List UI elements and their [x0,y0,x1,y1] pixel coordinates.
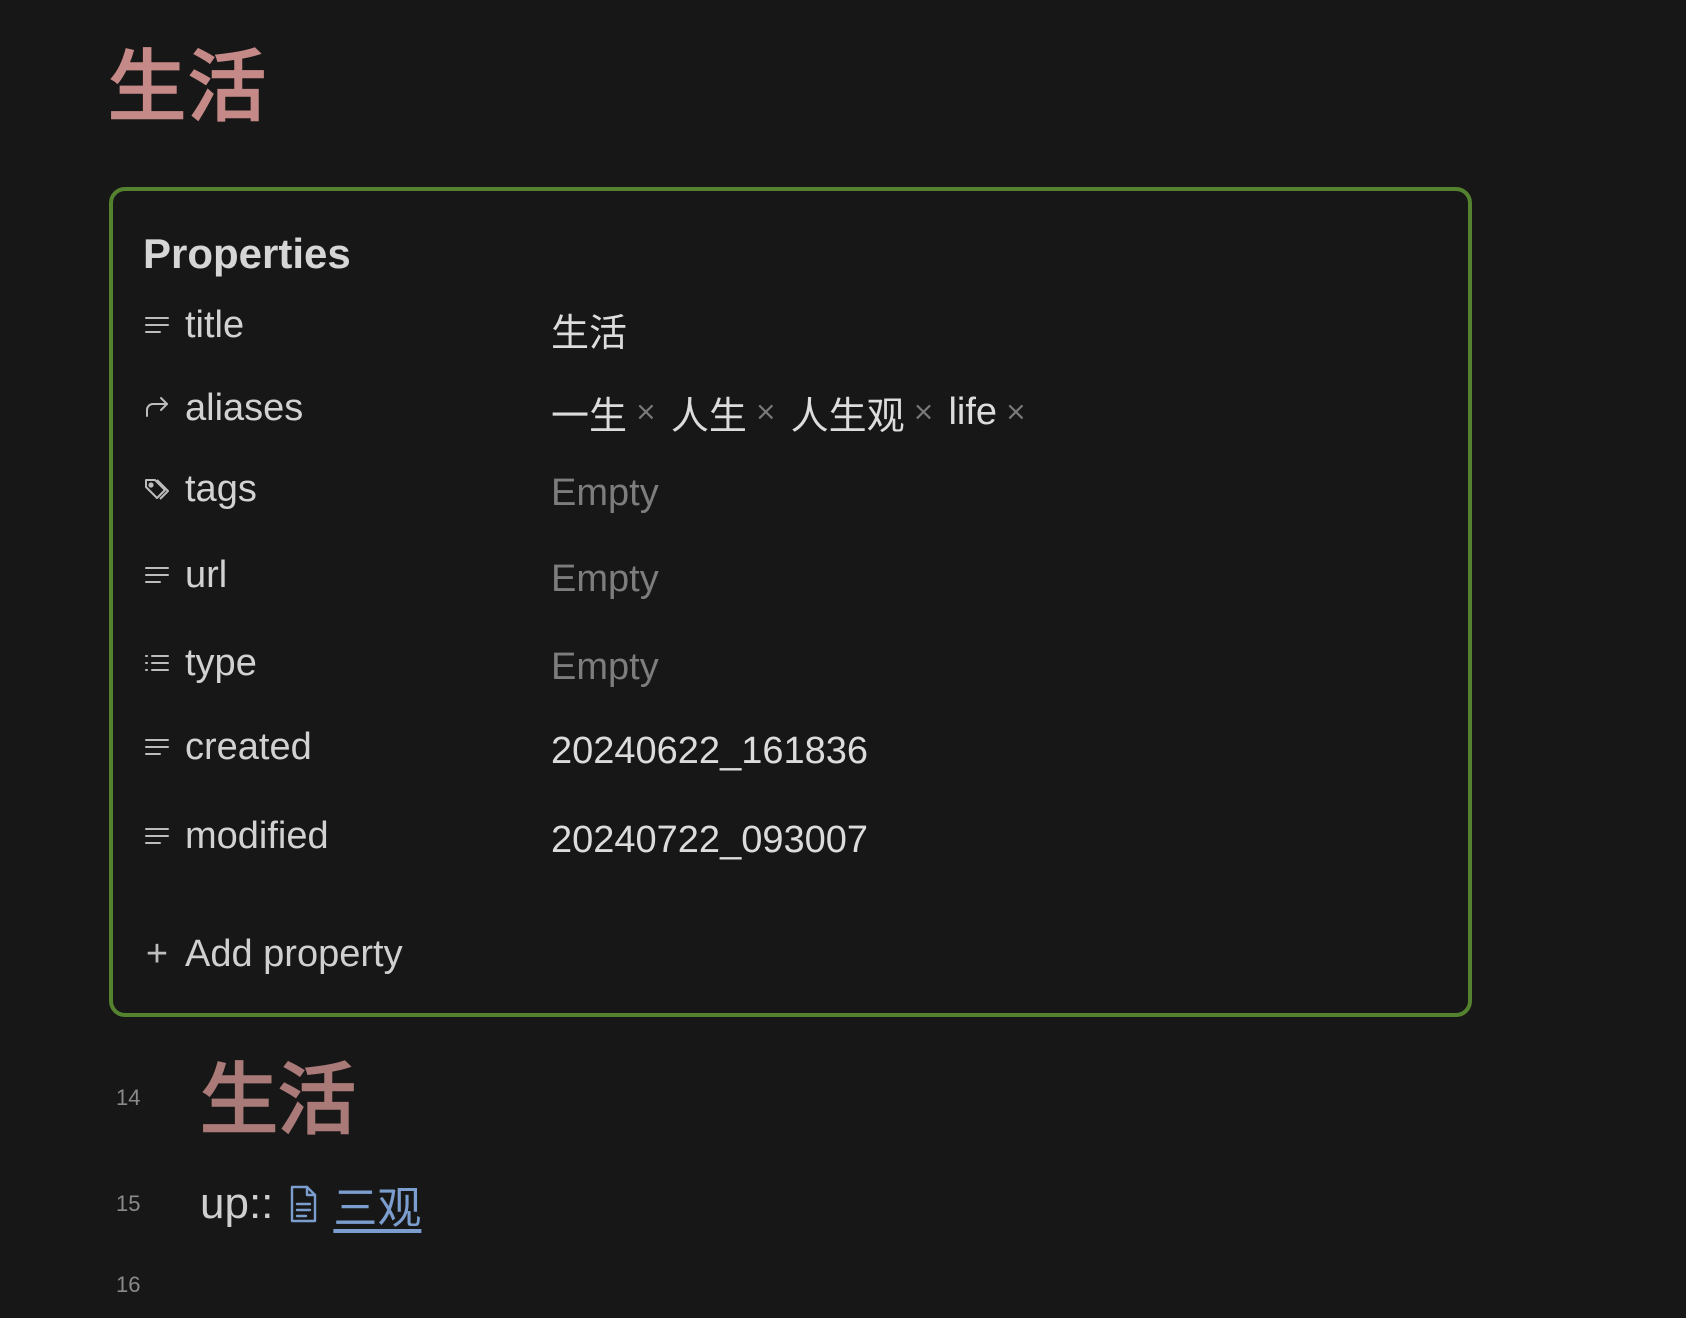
text-lines-icon [143,311,171,339]
property-key-label: created [185,725,312,768]
text-lines-icon [143,822,171,850]
up-prefix: up:: [200,1179,274,1228]
property-key-label: modified [185,814,329,857]
property-key-tags[interactable]: tags [143,453,257,525]
property-value-title[interactable]: 生活 [551,293,627,365]
heading-1[interactable]: 生活 [200,1053,356,1149]
property-row-type: type Empty [113,627,1468,699]
alias-text: life [948,390,998,433]
alias-text: 人生观 [790,393,905,438]
remove-alias-icon[interactable]: × [1005,397,1027,427]
property-value-url[interactable]: Empty [551,543,659,615]
property-value-aliases[interactable]: 一生 × 人生 × 人生观 × life × [551,376,1041,448]
properties-panel: Properties title 生活 aliases 一生 × 人生 × 人生… [109,187,1472,1017]
property-key-label: title [185,303,245,346]
add-property-label: Add property [185,932,403,975]
up-property-line[interactable]: up:: 三观 [200,1174,421,1234]
alias-arrow-icon [143,394,171,422]
properties-heading[interactable]: Properties [143,229,351,279]
property-key-created[interactable]: created [143,711,312,783]
property-key-title[interactable]: title [143,289,244,361]
property-row-aliases: aliases 一生 × 人生 × 人生观 × life × [113,372,1468,444]
property-row-tags: tags Empty [113,453,1468,525]
property-value-tags[interactable]: Empty [551,457,659,529]
property-row-created: created 20240622_161836 [113,711,1468,783]
plus-icon: + [145,932,169,975]
property-key-label: tags [185,467,257,510]
property-key-url[interactable]: url [143,539,227,611]
property-key-label: aliases [185,386,304,429]
property-key-modified[interactable]: modified [143,800,329,872]
property-row-url: url Empty [113,539,1468,611]
tags-icon [143,475,171,503]
alias-pill[interactable]: 人生观 × [791,385,935,440]
add-property-button[interactable]: + Add property [143,926,403,982]
text-lines-icon [143,733,171,761]
remove-alias-icon[interactable]: × [755,397,777,427]
property-row-title: title 生活 [113,289,1468,361]
alias-pill[interactable]: life × [948,391,1026,434]
inline-title[interactable]: 生活 [108,40,268,136]
property-key-type[interactable]: type [143,627,257,699]
property-key-aliases[interactable]: aliases [143,372,303,444]
property-value-type[interactable]: Empty [551,631,659,703]
list-icon [143,649,171,677]
property-key-label: type [185,641,257,684]
property-value-created[interactable]: 20240622_161836 [551,715,868,787]
line-number: 15 [116,1191,141,1216]
text-lines-icon [143,561,171,589]
property-value-modified[interactable]: 20240722_093007 [551,804,868,876]
alias-text: 人生 [670,393,747,438]
alias-pill[interactable]: 一生 × [551,385,657,440]
alias-text: 一生 [551,393,628,438]
line-number: 14 [116,1085,141,1110]
alias-pill[interactable]: 人生 × [671,385,777,440]
remove-alias-icon[interactable]: × [635,397,657,427]
note-view: 生活 Properties title 生活 aliases 一生 × 人生 ×… [0,0,1686,1318]
property-key-label: url [185,553,228,596]
internal-link[interactable]: 三观 [333,1172,421,1236]
document-icon [285,1184,321,1224]
property-row-modified: modified 20240722_093007 [113,800,1468,872]
remove-alias-icon[interactable]: × [913,397,935,427]
line-number: 16 [116,1272,141,1297]
